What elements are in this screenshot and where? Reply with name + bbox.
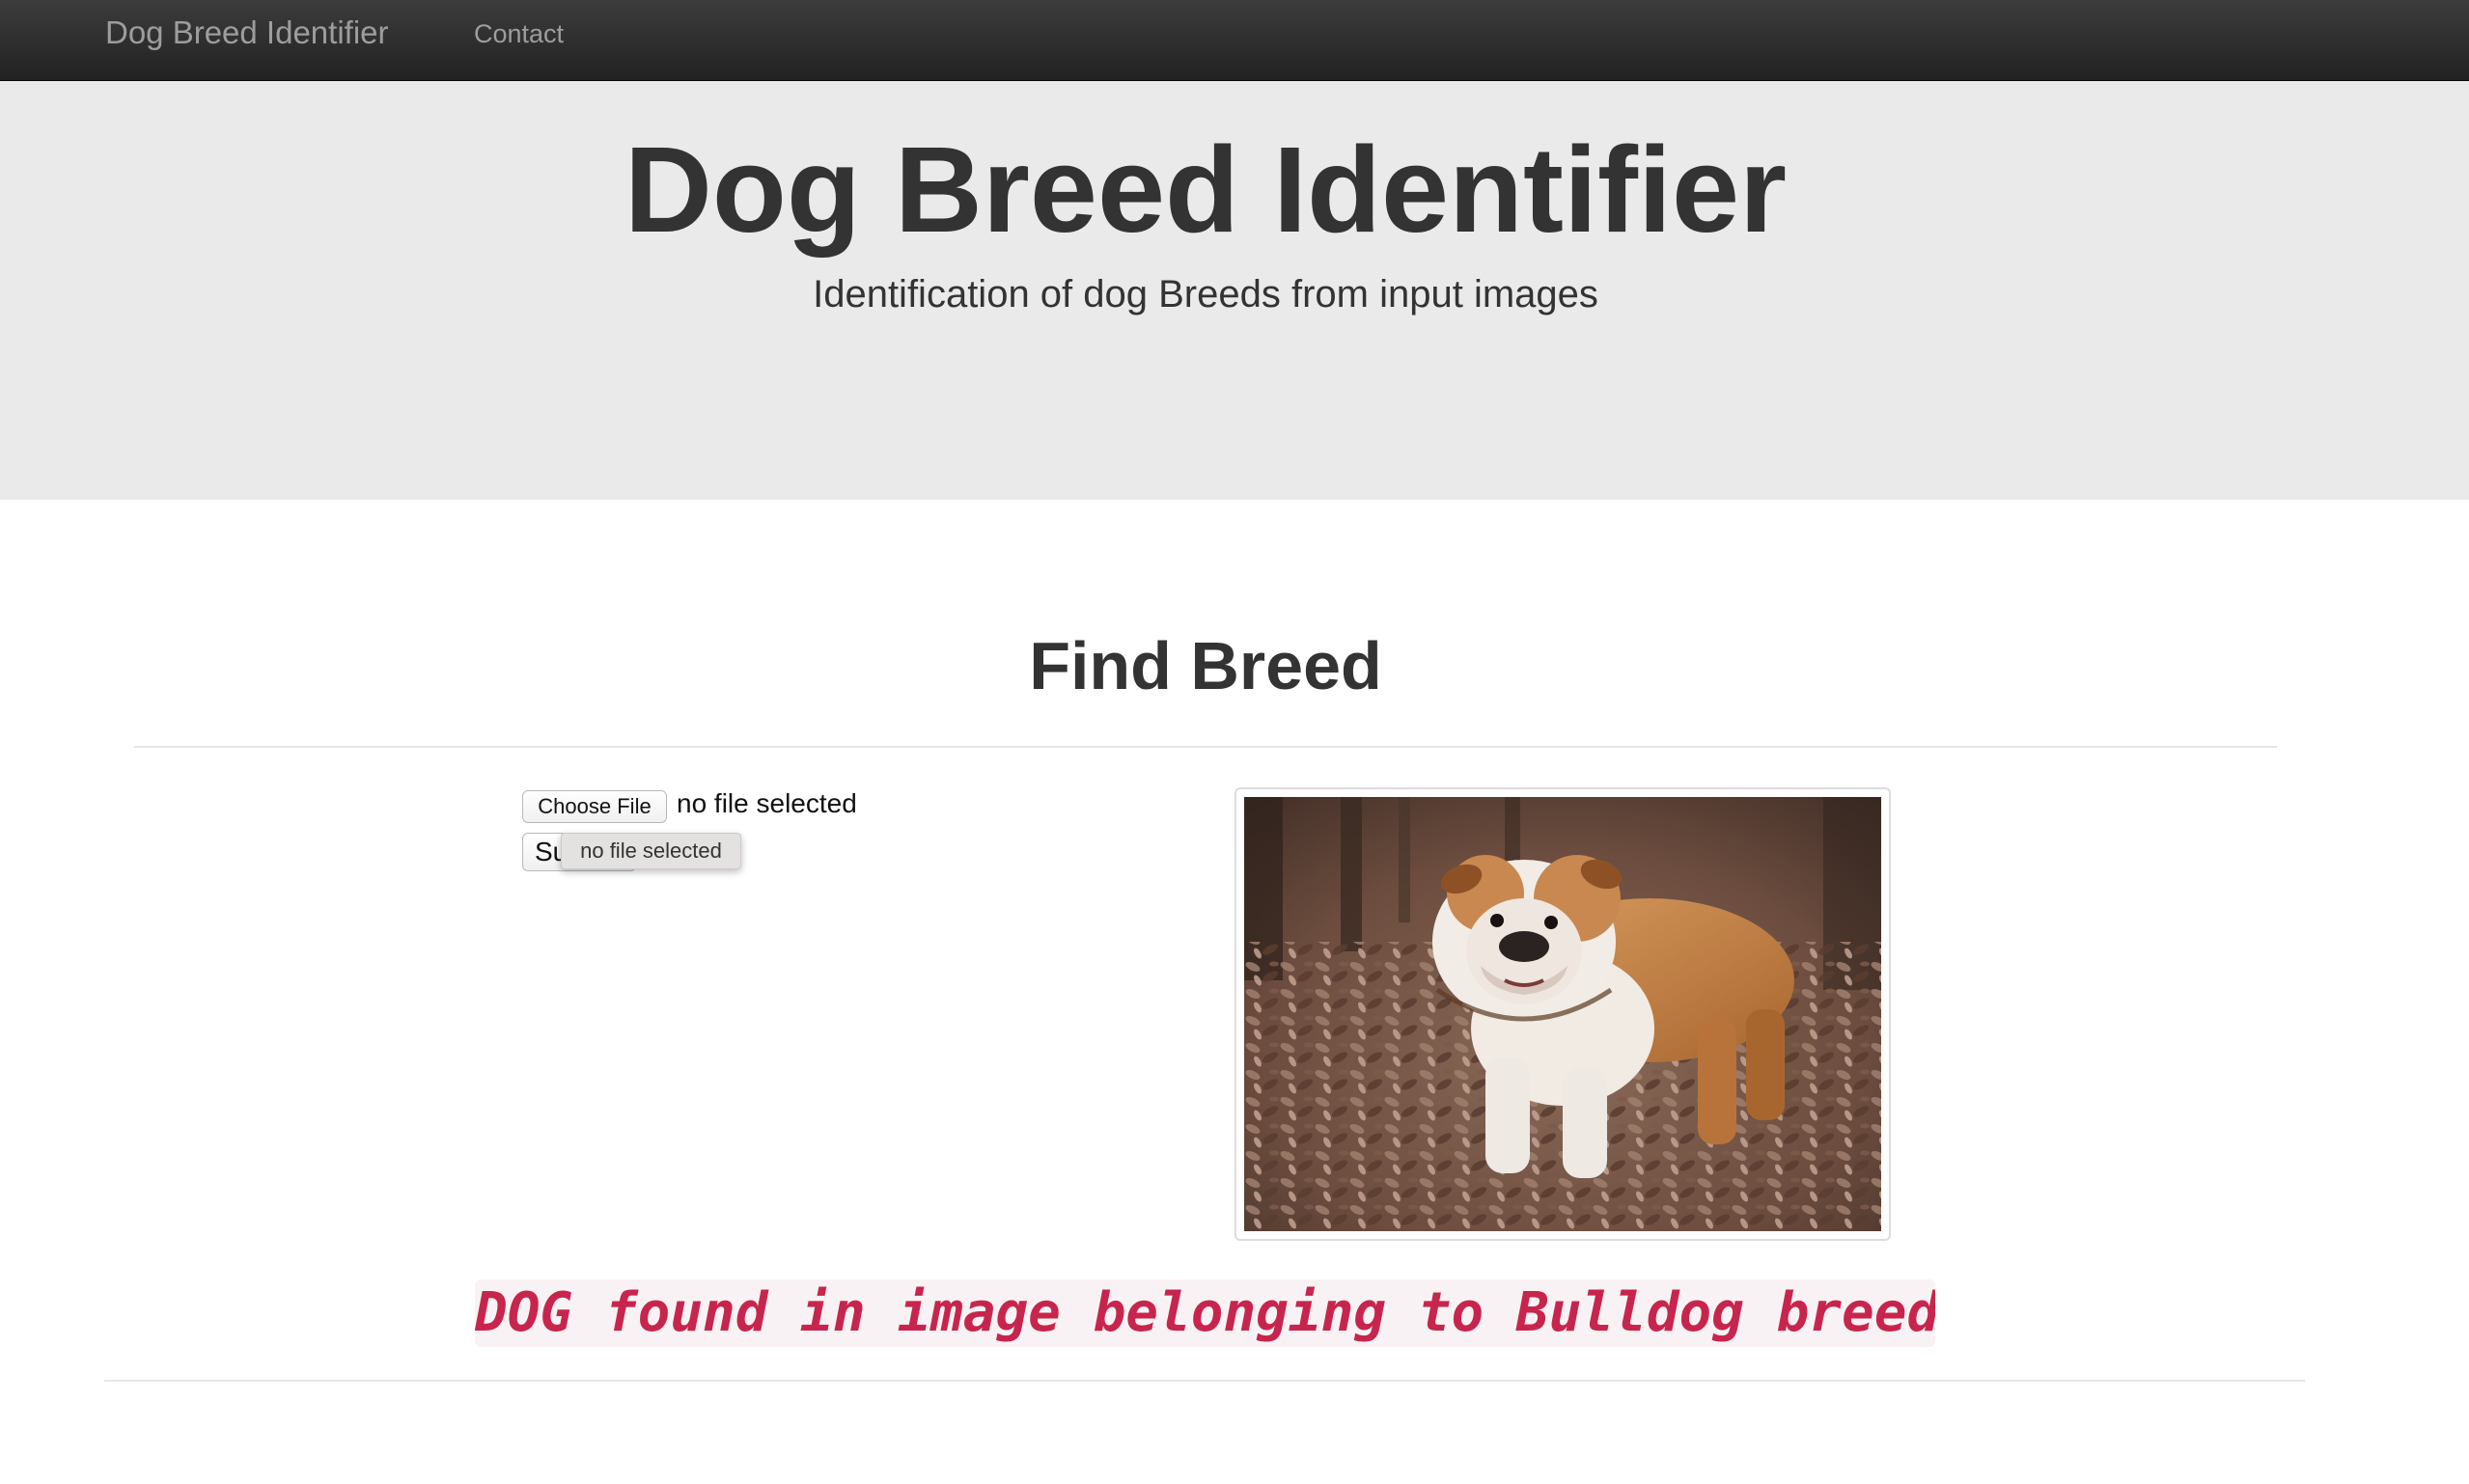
navbar: Dog Breed Identifier Contact	[0, 0, 2469, 81]
section-title: Find Breed	[1029, 628, 1382, 703]
file-status-text: no file selected	[677, 788, 857, 818]
nav-link-contact[interactable]: Contact	[474, 17, 564, 50]
choose-file-button[interactable]: Choose File	[522, 790, 667, 823]
file-tooltip: no file selected	[561, 833, 741, 869]
bulldog-photo-icon	[1244, 797, 1881, 1231]
jumbotron: Dog Breed Identifier Identification of d…	[0, 81, 2469, 500]
page-subtitle: Identification of dog Breeds from input …	[813, 273, 1598, 316]
divider-bottom	[104, 1380, 2305, 1382]
page-title: Dog Breed Identifier	[624, 122, 1788, 258]
divider-top	[134, 746, 2277, 748]
navbar-brand[interactable]: Dog Breed Identifier	[105, 14, 389, 52]
preview-image	[1234, 787, 1891, 1241]
result-text: DOG found in image belonging to Bulldog …	[475, 1279, 1935, 1347]
